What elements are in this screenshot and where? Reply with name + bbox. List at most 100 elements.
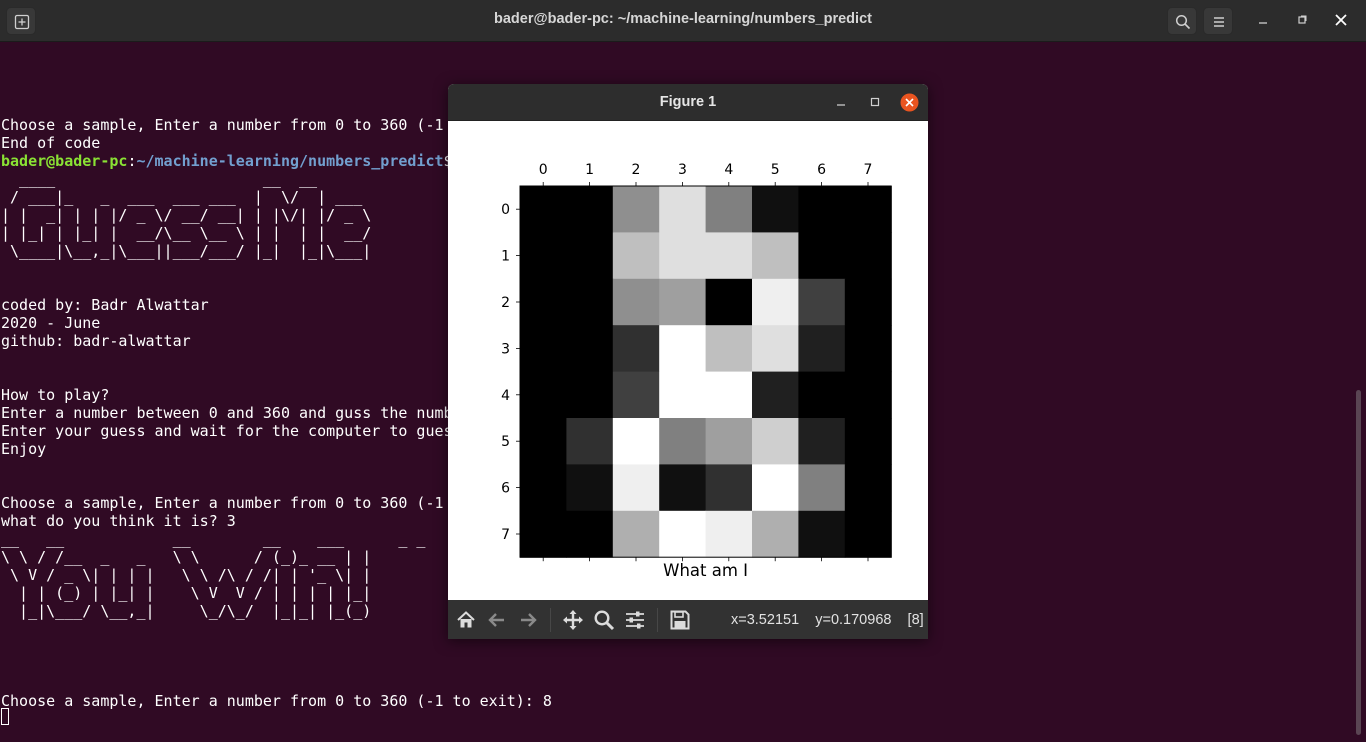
figure-maximize-icon[interactable] bbox=[868, 95, 882, 109]
window-title: bader@bader-pc: ~/machine-learning/numbe… bbox=[494, 11, 872, 27]
zoom-magnifier-icon[interactable] bbox=[593, 609, 615, 631]
heatmap-cell bbox=[798, 510, 846, 558]
heatmap-cell bbox=[520, 510, 567, 558]
heatmap-cell bbox=[798, 464, 846, 512]
heatmap-cell bbox=[752, 232, 799, 280]
heatmap-cell bbox=[566, 278, 614, 326]
heatmap-cell bbox=[520, 232, 567, 280]
heatmap-cell bbox=[844, 278, 892, 326]
cursor-coordinates: x=3.52151 y=0.170968 [8] bbox=[731, 612, 924, 628]
heatmap-cell bbox=[752, 464, 799, 512]
heatmap-cell bbox=[752, 186, 799, 233]
heatmap-cell bbox=[752, 418, 799, 465]
heatmap-cell bbox=[659, 464, 707, 512]
heatmap-cell bbox=[659, 510, 707, 558]
heatmap-cell bbox=[752, 371, 799, 419]
terminal-title-bar: bader@bader-pc: ~/machine-learning/numbe… bbox=[0, 0, 1366, 42]
y-tick-label: 4 bbox=[501, 388, 510, 404]
configure-subplots-icon[interactable] bbox=[624, 609, 646, 631]
menu-button[interactable] bbox=[1203, 7, 1233, 35]
heatmap-cell bbox=[659, 232, 707, 280]
heatmap-cell bbox=[705, 278, 753, 326]
heatmap-cell bbox=[752, 278, 799, 326]
x-tick-label: 5 bbox=[771, 162, 780, 178]
heatmap-cell bbox=[520, 371, 567, 419]
x-axis-label: What am I bbox=[663, 561, 748, 580]
search-button[interactable] bbox=[1167, 7, 1197, 35]
heatmap-cell bbox=[844, 510, 892, 558]
toolbar-separator bbox=[550, 608, 551, 632]
home-icon[interactable] bbox=[455, 609, 477, 631]
heatmap-cell bbox=[612, 232, 660, 280]
heatmap-cell bbox=[705, 510, 753, 558]
heatmap-cell bbox=[566, 232, 614, 280]
heatmap-cell bbox=[566, 418, 614, 465]
y-tick-label: 6 bbox=[501, 481, 510, 497]
prompt-path: ~/machine-learning/numbers_predict bbox=[136, 152, 444, 170]
heatmap-cell bbox=[520, 278, 567, 326]
heatmap-cell bbox=[659, 186, 707, 233]
heatmap-cell bbox=[520, 464, 567, 512]
y-tick-label: 7 bbox=[501, 527, 510, 543]
hamburger-menu-icon bbox=[1214, 17, 1224, 27]
x-tick-label: 3 bbox=[678, 162, 687, 178]
heatmap-cell bbox=[520, 418, 567, 465]
heatmap-cell bbox=[798, 371, 846, 419]
heatmap-cell bbox=[659, 371, 707, 419]
heatmap-cell bbox=[844, 371, 892, 419]
heatmap-cell bbox=[798, 325, 846, 373]
heatmap-cell bbox=[752, 325, 799, 373]
forward-arrow-icon[interactable] bbox=[517, 609, 539, 631]
heatmap-cell bbox=[566, 371, 614, 419]
heatmap-cell bbox=[612, 186, 660, 233]
heatmap-cell bbox=[612, 510, 660, 558]
heatmap-cell bbox=[705, 186, 753, 233]
figure-canvas[interactable]: 0 1 2 3 4 5 6 7 0 1 2 3 4 5 6 7 What am I bbox=[448, 121, 928, 600]
y-tick-label: 1 bbox=[501, 249, 510, 265]
heatmap-cell bbox=[612, 325, 660, 373]
terminal-scrollbar[interactable] bbox=[1356, 390, 1361, 735]
heatmap-cell bbox=[612, 371, 660, 419]
heatmap-cell bbox=[844, 186, 892, 233]
figure-minimize-icon[interactable] bbox=[834, 95, 848, 109]
figure-title-bar: Figure 1 bbox=[448, 84, 928, 121]
heatmap-cell bbox=[705, 325, 753, 373]
heatmap-cell bbox=[566, 510, 614, 558]
heatmap-cell bbox=[612, 418, 660, 465]
figure-toolbar: x=3.52151 y=0.170968 [8] bbox=[448, 600, 928, 639]
heatmap-cell bbox=[798, 278, 846, 326]
y-tick-label: 2 bbox=[501, 295, 510, 311]
heatmap-cell bbox=[520, 325, 567, 373]
toolbar-separator bbox=[657, 608, 658, 632]
heatmap-cell bbox=[844, 418, 892, 465]
digit-image-chart: 0 1 2 3 4 5 6 7 0 1 2 3 4 5 6 7 What am I bbox=[501, 162, 892, 580]
y-tick-label: 0 bbox=[501, 202, 510, 218]
terminal-line: Choose a sample, Enter a number from 0 t… bbox=[1, 692, 552, 710]
y-tick-label: 3 bbox=[501, 341, 510, 357]
restore-icon[interactable] bbox=[1294, 12, 1310, 28]
save-disk-icon[interactable] bbox=[669, 609, 691, 631]
figure-close-icon[interactable] bbox=[900, 93, 919, 112]
back-arrow-icon[interactable] bbox=[486, 609, 508, 631]
heatmap-cell bbox=[659, 418, 707, 465]
figure-window: Figure 1 0 1 2 3 4 5 6 7 0 1 2 3 4 5 6 7 What am I bbox=[448, 84, 928, 639]
heatmap-cell bbox=[798, 186, 846, 233]
heatmap-cell bbox=[844, 464, 892, 512]
heatmap-cell bbox=[705, 418, 753, 465]
heatmap-cell bbox=[752, 510, 799, 558]
heatmap-cell bbox=[844, 325, 892, 373]
x-tick-label: 4 bbox=[724, 162, 733, 178]
text-cursor bbox=[1, 708, 9, 725]
pan-move-icon[interactable] bbox=[562, 609, 584, 631]
heatmap-cell bbox=[705, 371, 753, 419]
heatmap-cell bbox=[612, 464, 660, 512]
heatmap-cell bbox=[566, 186, 614, 233]
close-icon[interactable] bbox=[1333, 12, 1349, 28]
heatmap-cell bbox=[659, 325, 707, 373]
x-tick-label: 7 bbox=[864, 162, 873, 178]
minimize-icon[interactable] bbox=[1255, 12, 1271, 28]
x-tick-label: 6 bbox=[817, 162, 826, 178]
